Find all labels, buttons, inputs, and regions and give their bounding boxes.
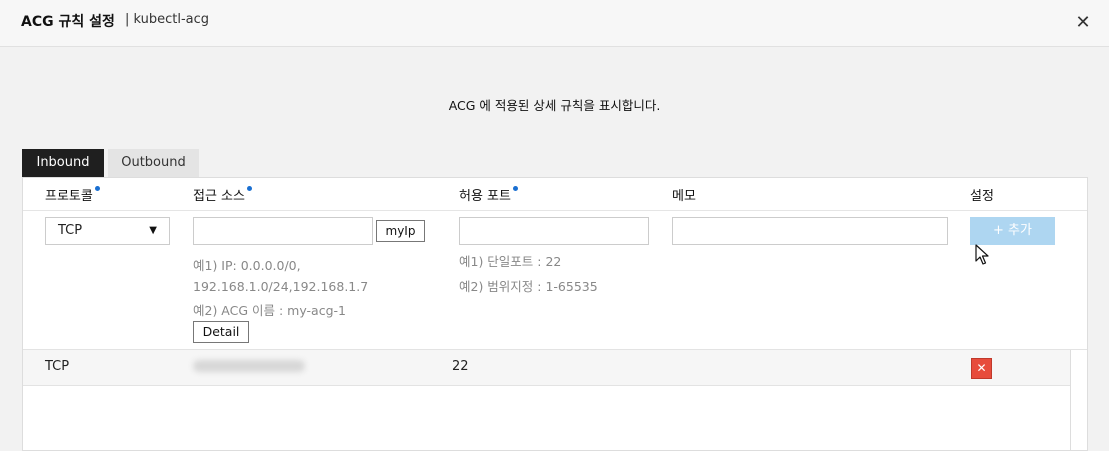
scrollbar-track: [1070, 350, 1071, 451]
memo-input[interactable]: [672, 217, 948, 245]
rule-port: 22: [452, 359, 469, 374]
required-dot-icon: [246, 186, 252, 191]
myip-button[interactable]: myIp: [376, 220, 425, 242]
source-hint-ex2: 예2) ACG 이름 : my-acg-1: [193, 303, 346, 318]
dialog-header: ACG 규칙 설정 | kubectl-acg ✕: [0, 0, 1109, 47]
column-header-protocol: 프로토콜: [45, 185, 100, 204]
tab-inbound[interactable]: Inbound: [22, 149, 104, 177]
required-dot-icon: [94, 186, 100, 191]
required-dot-icon: [512, 186, 518, 191]
close-icon[interactable]: ✕: [1072, 12, 1094, 34]
source-hint-ex1-line1: 예1) IP: 0.0.0.0/0,: [193, 258, 301, 273]
delete-rule-button[interactable]: ✕: [971, 358, 992, 379]
row-divider: [23, 385, 1070, 386]
column-label-protocol: 프로토콜: [45, 189, 93, 204]
description-text: ACG 에 적용된 상세 규칙을 표시합니다.: [448, 98, 661, 113]
column-label-settings: 설정: [970, 189, 994, 204]
protocol-select[interactable]: TCP ▼: [45, 217, 170, 245]
dialog-subtitle: | kubectl-acg: [125, 12, 210, 27]
column-header-settings: 설정: [970, 185, 994, 204]
rule-protocol: TCP: [45, 359, 70, 374]
port-hint-ex1: 예1) 단일포트 : 22: [459, 254, 562, 269]
caret-down-icon: ▼: [149, 225, 157, 236]
column-header-source: 접근 소스: [193, 185, 252, 204]
port-hint-ex2: 예2) 범위지정 : 1-65535: [459, 279, 598, 294]
dialog-title: ACG 규칙 설정: [21, 14, 115, 30]
header-divider: [23, 210, 1087, 211]
column-label-memo: 메모: [672, 189, 696, 204]
detail-button[interactable]: Detail: [193, 321, 249, 343]
protocol-select-value: TCP: [58, 223, 83, 238]
source-hint-ex1-line2: 192.168.1.0/24,192.168.1.7: [193, 279, 369, 294]
column-header-memo: 메모: [672, 185, 696, 204]
column-label-port: 허용 포트: [459, 189, 511, 204]
source-input[interactable]: [193, 217, 373, 245]
add-button[interactable]: + 추가: [970, 217, 1055, 245]
mouse-cursor-icon: [975, 244, 989, 265]
column-label-source: 접근 소스: [193, 189, 245, 204]
port-input[interactable]: [459, 217, 649, 245]
tab-outbound[interactable]: Outbound: [108, 149, 199, 177]
column-header-port: 허용 포트: [459, 185, 518, 204]
table-row: [23, 350, 1070, 385]
rule-source-redacted: [193, 360, 305, 372]
